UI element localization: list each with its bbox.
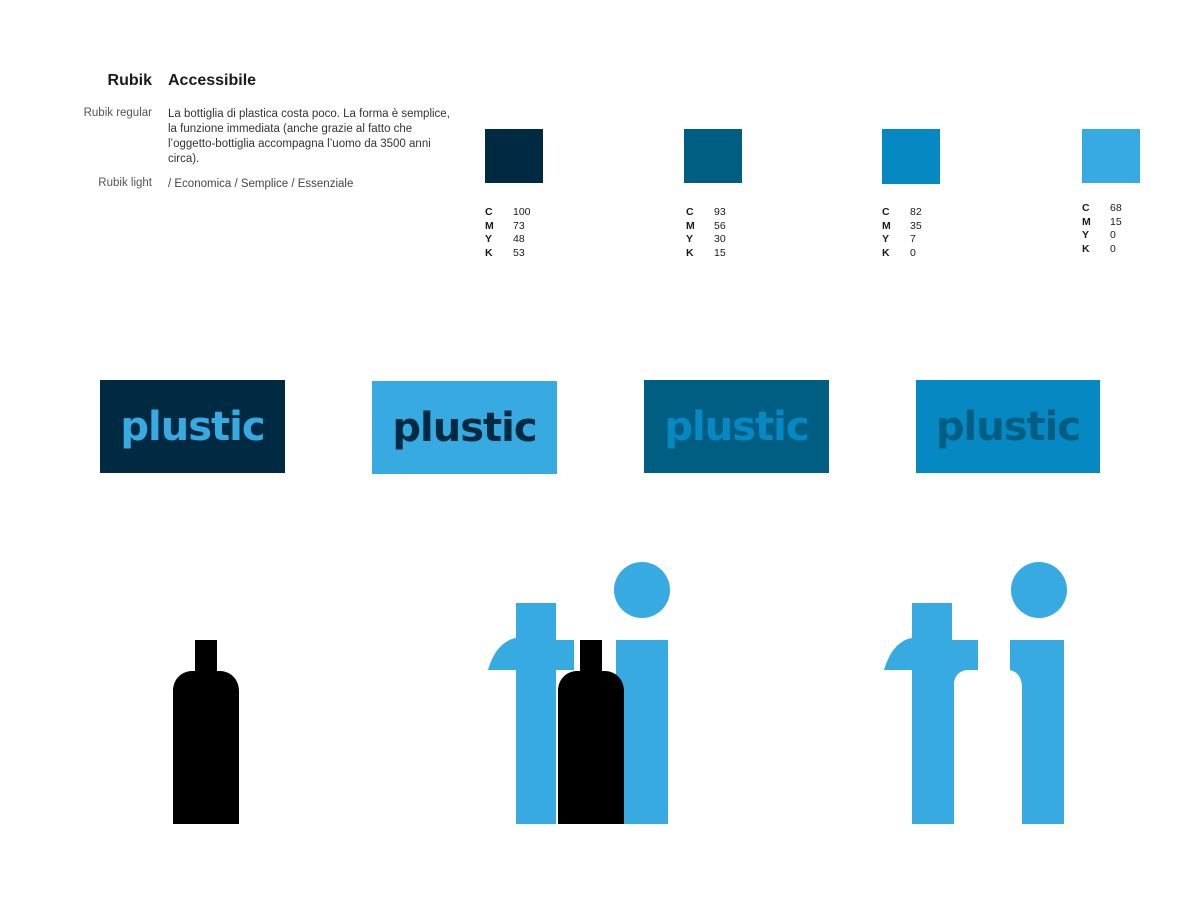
cmyk-values-1: C 100 M 73 Y 48 K 53 <box>485 206 531 259</box>
cmyk-values-4: C 68 M 15 Y0 K0 <box>1082 202 1122 255</box>
swatch-petrol-blue <box>684 129 742 183</box>
bottle-icon <box>173 640 239 824</box>
cmyk-values-3: C 82 M 35 Y7 K0 <box>882 206 922 259</box>
logo-wordmark: plustic <box>664 403 809 450</box>
logo-wordmark: plustic <box>120 403 265 450</box>
logo-card-petrol: plustic <box>644 380 829 473</box>
swatch-dark-navy <box>485 129 543 183</box>
description-text: La bottiglia di plastica costa poco. La … <box>168 108 450 165</box>
ti-icon <box>884 562 1067 824</box>
logo-card-dark: plustic <box>100 380 285 473</box>
ti-with-bottle-icon <box>488 562 670 824</box>
font-name: Rubik <box>107 72 152 89</box>
rubik-light-label: Rubik light <box>98 177 152 189</box>
swatch-medium-blue <box>882 129 940 184</box>
keywords-text: / Economica / Semplice / Essenziale <box>168 178 354 190</box>
logo-wordmark: plustic <box>392 404 537 451</box>
logo-wordmark: plustic <box>935 403 1081 450</box>
cmyk-values-2: C 93 M 56 Y 30 K 15 <box>686 206 726 259</box>
logo-card-light: plustic <box>372 381 557 474</box>
swatch-light-blue <box>1082 129 1140 183</box>
rubik-regular-label: Rubik regular <box>83 107 152 119</box>
logo-card-medium: plustic <box>916 380 1100 473</box>
heading-accessibile: Accessibile <box>168 72 257 89</box>
